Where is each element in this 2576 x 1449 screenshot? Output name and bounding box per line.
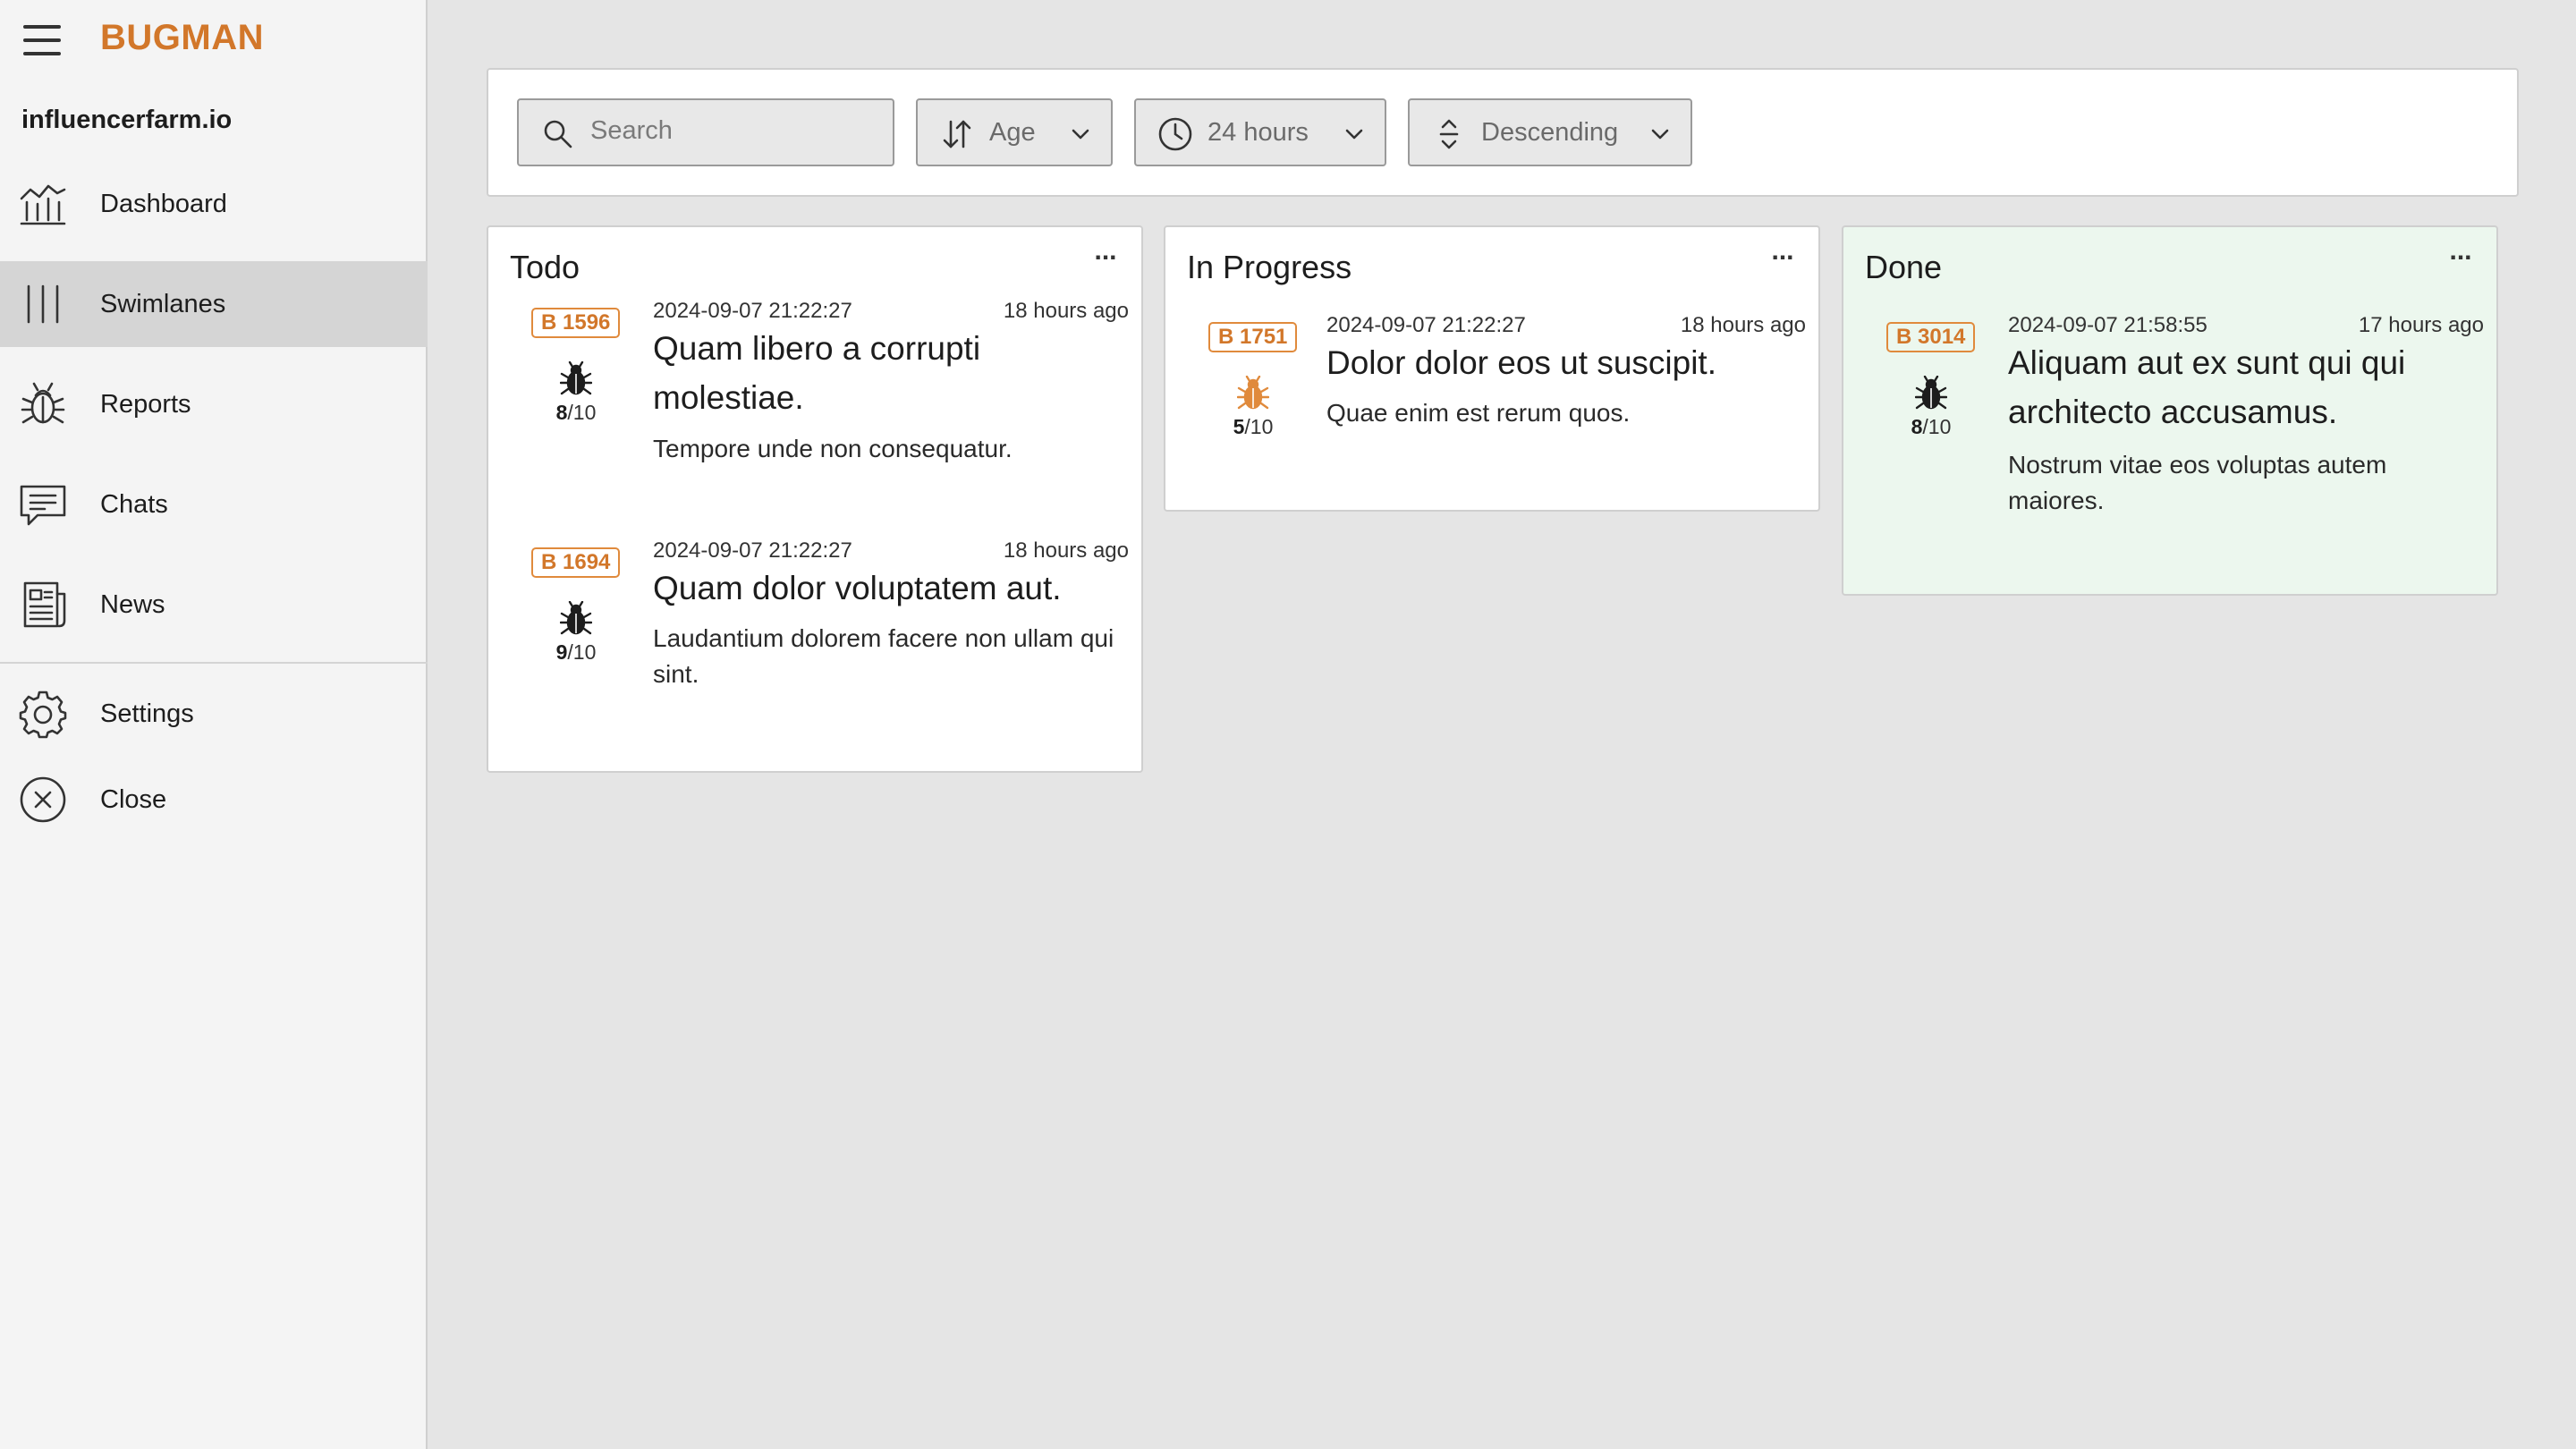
bug-age: 18 hours ago	[1003, 299, 1129, 323]
chevron-down-icon	[1343, 123, 1365, 145]
sort-arrows-icon	[939, 116, 975, 152]
swimlane-todo: Todo ... B 1596 8/10 2024-09-07 21:22:27…	[487, 225, 1143, 773]
sidebar-item-swimlanes[interactable]: Swimlanes	[0, 261, 428, 347]
filter-bar: Age 24 hours Descen	[487, 68, 2519, 197]
bug-id-badge: B 1694	[531, 547, 621, 578]
sort-order-icon	[1431, 116, 1467, 152]
search-icon	[540, 116, 576, 152]
sort-order-label: Descending	[1481, 117, 1619, 147]
severity-score: 8/10	[1911, 415, 1952, 438]
bug-timestamp: 2024-09-07 21:22:27	[1326, 313, 1526, 337]
gear-icon	[18, 689, 68, 739]
bug-severity-icon	[560, 361, 592, 397]
bug-timestamp: 2024-09-07 21:22:27	[653, 538, 852, 563]
bug-id-badge: B 1751	[1208, 322, 1298, 352]
sort-order-dropdown[interactable]: Descending	[1408, 98, 1692, 166]
more-options-icon[interactable]: ...	[1765, 238, 1801, 268]
clock-icon	[1157, 116, 1193, 152]
sidebar-item-label: Reports	[100, 389, 191, 419]
sidebar-header: BUGMAN	[0, 0, 428, 80]
sidebar-item-label: Chats	[100, 489, 168, 519]
sidebar-item-settings[interactable]: Settings	[0, 671, 428, 757]
sidebar-item-label: News	[100, 589, 165, 619]
sidebar-item-dashboard[interactable]: Dashboard	[0, 161, 428, 247]
bug-timestamp: 2024-09-07 21:22:27	[653, 299, 852, 323]
chevron-down-icon	[1649, 123, 1671, 145]
bug-title: Quam dolor voluptatem aut.	[653, 570, 1062, 606]
swimlane-done: Done ... B 3014 8/10 2024-09-07 21:58:55…	[1842, 225, 2498, 596]
bug-description: Nostrum vitae eos voluptas autem maiores…	[2008, 451, 2387, 514]
sidebar-item-close[interactable]: Close	[0, 757, 428, 843]
time-range-label: 24 hours	[1208, 117, 1309, 147]
bug-card[interactable]: B 1694 9/10 2024-09-07 21:22:27 18 hours…	[488, 538, 1141, 744]
bug-id-badge: B 3014	[1886, 322, 1976, 352]
bug-description: Tempore unde non consequatur.	[653, 435, 1013, 462]
severity-score: 5/10	[1233, 415, 1274, 438]
news-icon	[18, 580, 68, 630]
app-logo[interactable]: BUGMAN	[100, 18, 264, 58]
more-options-icon[interactable]: ...	[1088, 238, 1123, 268]
swimlane-title: In Progress	[1187, 249, 1352, 285]
sidebar-item-label: Swimlanes	[100, 289, 226, 318]
close-circle-icon	[18, 775, 68, 825]
bug-title: Dolor dolor eos ut suscipit.	[1326, 344, 1716, 381]
bug-description: Laudantium dolorem facere non ullam qui …	[653, 624, 1114, 688]
bug-age: 18 hours ago	[1680, 313, 1806, 337]
bug-description: Quae enim est rerum quos.	[1326, 399, 1631, 427]
chevron-down-icon	[1070, 123, 1091, 145]
bug-severity-icon	[560, 601, 592, 637]
sidebar-item-reports[interactable]: Reports	[0, 361, 428, 447]
sidebar-item-label: Settings	[100, 699, 194, 728]
bug-card[interactable]: B 1751 5/10 2024-09-07 21:22:27 18 hours…	[1165, 313, 1818, 483]
bug-age: 17 hours ago	[2358, 313, 2484, 337]
sidebar: BUGMAN influencerfarm.io Dashboard Swiml…	[0, 0, 428, 1449]
swimlane-title: Todo	[510, 249, 580, 285]
swimlane-in-progress: In Progress ... B 1751 5/10 2024-09-07 2…	[1164, 225, 1820, 512]
bug-timestamp: 2024-09-07 21:58:55	[2008, 313, 2207, 337]
hamburger-menu-icon[interactable]	[23, 25, 61, 55]
bug-severity-icon	[1915, 376, 1947, 411]
severity-score: 8/10	[555, 401, 597, 424]
search-box[interactable]	[517, 98, 894, 166]
bug-title: Aliquam aut ex sunt qui qui architecto a…	[2008, 344, 2406, 430]
sort-by-dropdown[interactable]: Age	[916, 98, 1113, 166]
bug-card[interactable]: B 3014 8/10 2024-09-07 21:58:55 17 hours…	[1843, 313, 2496, 555]
chat-icon	[18, 479, 68, 530]
swimlanes-icon	[18, 279, 68, 329]
sidebar-divider	[0, 662, 428, 664]
sidebar-item-news[interactable]: News	[0, 562, 428, 648]
bug-icon	[18, 379, 68, 429]
sort-by-label: Age	[989, 117, 1036, 147]
bug-severity-icon	[1237, 376, 1269, 411]
time-range-dropdown[interactable]: 24 hours	[1134, 98, 1386, 166]
search-input[interactable]	[590, 116, 877, 146]
swimlane-title: Done	[1865, 249, 1943, 285]
sidebar-item-label: Dashboard	[100, 189, 227, 218]
sidebar-item-label: Close	[100, 784, 167, 814]
bug-card[interactable]: B 1596 8/10 2024-09-07 21:22:27 18 hours…	[488, 299, 1141, 522]
severity-score: 9/10	[555, 640, 597, 664]
bug-id-badge: B 1596	[531, 308, 621, 338]
chart-icon	[18, 179, 68, 229]
organization-name: influencerfarm.io	[21, 106, 233, 134]
bug-age: 18 hours ago	[1003, 538, 1129, 563]
bug-title: Quam libero a corrupti molestiae.	[653, 330, 981, 416]
sidebar-item-chats[interactable]: Chats	[0, 462, 428, 547]
more-options-icon[interactable]: ...	[2443, 238, 2479, 268]
